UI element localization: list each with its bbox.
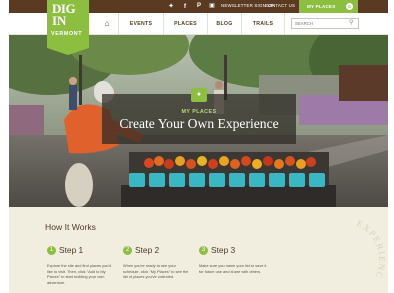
- my-places-count-badge: 0: [346, 3, 353, 10]
- step-3-text: Make sure you name your list to save it …: [199, 263, 267, 274]
- logo-text-vermont: VERMONT: [51, 31, 83, 37]
- hero-title: Create Your Own Experience: [119, 116, 279, 131]
- contact-link[interactable]: CONTACT US: [265, 3, 295, 8]
- facebook-icon[interactable]: f: [181, 2, 189, 11]
- page: ✦ f P ▣ NEWSLETTER SIGN-UP CONTACT US MY…: [9, 0, 388, 293]
- nav-item-trails[interactable]: TRAILS: [241, 13, 285, 35]
- my-places-button[interactable]: MY PLACES 0: [299, 0, 358, 13]
- step-2-title: Step 2: [135, 245, 160, 255]
- pinterest-icon[interactable]: P: [195, 2, 203, 11]
- hero-kicker: MY PLACES: [181, 109, 217, 115]
- step-1-badge: 1: [47, 246, 56, 255]
- twitter-icon[interactable]: ✦: [167, 2, 175, 11]
- step-3-title: Step 3: [211, 245, 236, 255]
- step-2-text: When you're ready to see your schedule, …: [123, 263, 189, 280]
- my-places-label: MY PLACES: [307, 4, 336, 9]
- step-1-title: Step 1: [59, 245, 84, 255]
- nav-item-places[interactable]: PLACES: [163, 13, 207, 35]
- step-2-badge: 2: [123, 246, 132, 255]
- experience-stamp-graphic: EXPERIENC: [355, 219, 387, 281]
- logo-pointer: [47, 48, 89, 55]
- stamp-text: EXPERIENC: [355, 219, 386, 281]
- home-icon[interactable]: ⌂: [96, 13, 118, 35]
- step-3-badge: 3: [199, 246, 208, 255]
- nav-item-blog[interactable]: BLOG: [207, 13, 241, 35]
- nav-item-events[interactable]: EVENTS: [118, 13, 163, 35]
- logo-text-in: IN: [52, 13, 67, 28]
- dig-in-vermont-logo[interactable]: DIG IN VERMONT: [47, 0, 89, 55]
- how-it-works-heading: How It Works: [45, 222, 96, 232]
- search-icon[interactable]: ⚲: [349, 19, 353, 26]
- map-pin-icon: ●: [191, 88, 207, 102]
- svg-text:EXPERIENC: EXPERIENC: [355, 219, 387, 281]
- step-1-text: Explore the site and find places you'd l…: [47, 263, 112, 285]
- instagram-icon[interactable]: ▣: [208, 2, 216, 11]
- how-it-works-section: How It Works 1 Step 1 Explore the site a…: [9, 207, 388, 293]
